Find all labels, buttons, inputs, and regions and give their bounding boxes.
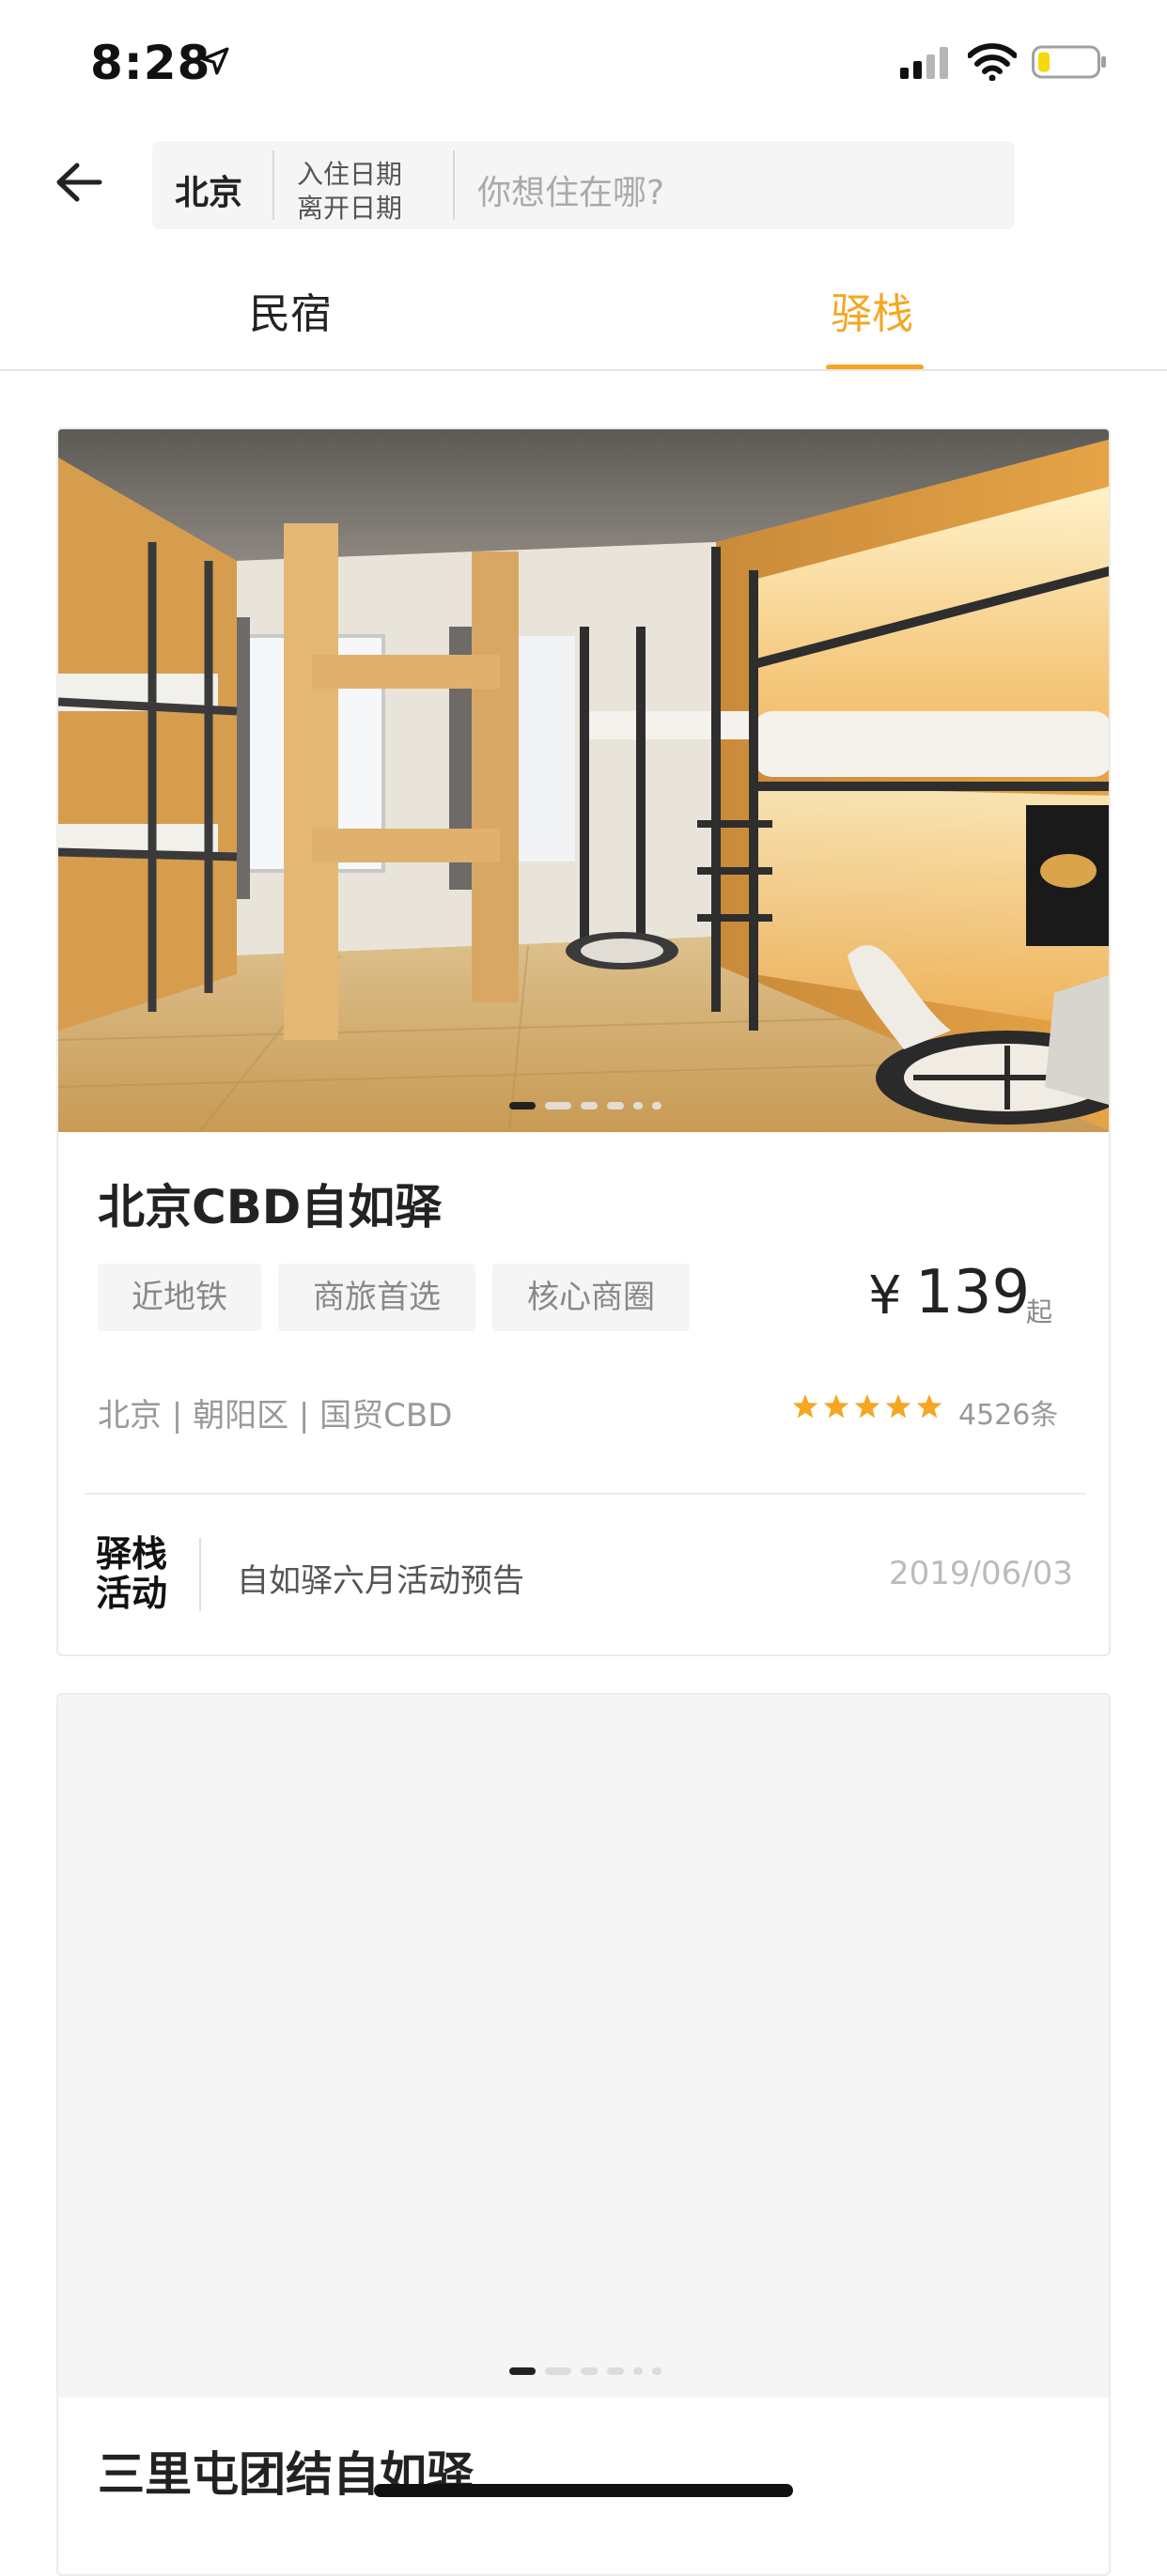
activity-title[interactable]: 自如驿六月活动预告 [237, 1555, 524, 1601]
listing-title[interactable]: 北京CBD自如驿 [98, 1170, 442, 1237]
star-icon [792, 1394, 818, 1419]
pagination-dot [545, 2367, 571, 2375]
location-arrow-icon [201, 47, 229, 75]
pagination-dot [633, 1102, 643, 1110]
star-icon [916, 1394, 942, 1419]
arrow-left-icon [56, 163, 102, 202]
back-button[interactable] [49, 152, 109, 212]
listing-photo-placeholder[interactable] [58, 1695, 1109, 2398]
listing-tag: 核心商圈 [492, 1264, 690, 1331]
cellular-signal-icon [900, 47, 948, 79]
home-indicator[interactable] [374, 2484, 793, 2497]
tab-minsu[interactable]: 民宿 [249, 280, 332, 340]
tabs-divider [0, 369, 1167, 371]
pagination-dot [652, 2367, 661, 2375]
activity-logo-line: 驿栈 [96, 1533, 168, 1575]
pagination-dot [509, 1102, 536, 1110]
pagination-dot [633, 2367, 643, 2375]
check-in-date[interactable]: 入住日期 [297, 154, 402, 192]
check-out-date[interactable]: 离开日期 [297, 188, 402, 225]
pagination-dot [607, 2367, 624, 2375]
activity-date: 2019/06/03 [889, 1555, 1073, 1592]
listing-tag: 近地铁 [98, 1264, 261, 1331]
pagination-dot [607, 1102, 624, 1110]
activity-divider [199, 1538, 201, 1611]
battery-icon [1032, 45, 1106, 79]
photo-pagination [58, 1102, 1109, 1111]
city-selector[interactable]: 北京 [175, 165, 242, 214]
photo-pagination [58, 2367, 1109, 2377]
search-bar[interactable]: 北京 入住日期 离开日期 你想住在哪? [152, 141, 1015, 229]
listing-tag: 商旅首选 [278, 1264, 475, 1331]
search-divider [453, 150, 455, 220]
wifi-icon [968, 43, 1017, 81]
search-divider [272, 150, 274, 220]
hostel-room-image [58, 429, 1109, 1132]
pagination-dot [545, 1102, 571, 1110]
star-icon [823, 1394, 849, 1419]
tab-yizhan[interactable]: 驿栈 [831, 280, 913, 340]
listing-address: 北京 | 朝阳区 | 国贸CBD [98, 1397, 453, 1435]
pagination-dot [509, 2367, 536, 2375]
pagination-dot [581, 2367, 598, 2375]
activity-logo: 驿栈 活动 [96, 1534, 171, 1613]
card-divider [85, 1493, 1086, 1495]
listing-photo[interactable] [58, 429, 1109, 1132]
star-icon [854, 1394, 880, 1419]
price-currency: ¥ [868, 1265, 902, 1327]
price-unit: 起 [1026, 1296, 1053, 1327]
status-time: 8:28 [90, 36, 211, 90]
pagination-dot [581, 1102, 598, 1110]
price-value: 139 [915, 1258, 1031, 1327]
search-input[interactable]: 你想住在哪? [477, 165, 664, 214]
pagination-dot [652, 1102, 661, 1110]
star-icon [885, 1394, 911, 1419]
activity-logo-line: 活动 [96, 1573, 168, 1614]
listing-card[interactable]: 北京CBD自如驿 近地铁 商旅首选 核心商圈 ¥ 139 起 北京 | 朝阳区 … [56, 427, 1111, 1656]
listing-card[interactable]: 三里屯团结自如驿 [56, 1693, 1111, 2576]
rating-stars [792, 1394, 942, 1419]
category-tabs: 民宿 驿栈 [0, 252, 1167, 370]
review-count[interactable]: 4526条 [958, 1391, 1058, 1433]
status-bar: 8:28 [0, 0, 1167, 124]
